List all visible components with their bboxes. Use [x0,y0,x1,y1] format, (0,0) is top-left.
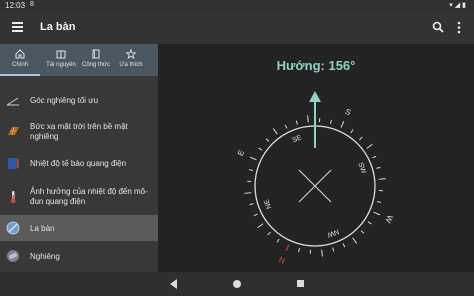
compass-direction-sw: SW [356,162,367,175]
compass-tick [307,115,309,123]
sidebar-item-optimal-tilt[interactable]: Góc nghiêng tối ưu [0,86,158,114]
compass-tick [249,203,254,206]
compass-direction-nw: NW [326,227,340,238]
solar-panel-icon [8,126,19,136]
compass-tick [367,221,372,225]
recents-button[interactable] [297,280,304,287]
compass-direction-w: W [383,214,394,225]
compass-tick [366,143,373,149]
compass-tick [373,211,381,216]
tab-resources[interactable]: Tài nguyên [42,44,80,76]
notebook-icon [92,49,100,59]
compass-panel: Hướng: 156° N NE E SE S SW W NW [158,44,474,272]
page-title: La bàn [40,21,76,33]
compass-tick [244,192,252,194]
pv-cell-icon [8,158,19,169]
compass-tick [372,155,377,159]
compass-tick [329,119,332,125]
tab-main[interactable]: Chính [0,44,40,76]
sidebar-item-compass[interactable]: La bàn [0,215,158,241]
compass-tick [332,247,335,252]
heading-arrow-icon [309,91,321,102]
tab-label: Công thức [81,62,111,68]
app-bar: La bàn [0,12,474,44]
compass-direction-e: E [236,149,246,158]
compass-tick [350,129,354,134]
compass-tick [376,200,382,203]
back-icon[interactable] [170,279,178,289]
sidebar-item-temperature-effect[interactable]: Ảnh hưởng của nhiệt độ đến mô-đun quang … [0,182,158,214]
thermometer-icon [10,191,16,204]
compass-tick [360,230,365,234]
compass-tick [342,243,346,248]
compass-direction-ne: NE [263,198,273,210]
compass-tick [258,147,263,151]
compass-tick [253,213,258,217]
level-icon [7,250,19,262]
sidebar-item-label: Nghiêng [30,252,60,261]
compass-direction-se: SE [291,134,303,144]
compass-tick [272,128,278,135]
tab-label: Chính [11,62,28,68]
sidebar-item-tilt[interactable]: Nghiêng [0,243,158,269]
compass-tick [352,237,358,244]
angle-icon [6,97,19,106]
compass-tick [340,120,345,128]
sidebar-item-cell-temperature[interactable]: Nhiệt độ tế bào quang điện [0,150,158,176]
more-options-icon[interactable] [456,21,462,34]
sidebar-item-label: Góc nghiêng tối ưu [30,96,99,105]
compass-tick [378,178,386,180]
compass-tick [285,244,290,252]
tab-formulas[interactable]: Công thức [80,44,112,76]
compass-tick [248,169,254,172]
hamburger-menu-icon[interactable] [12,22,23,32]
compass-dial: N NE E SE S SW W NW [236,91,395,266]
tab-bar: Chính Tài nguyên Công thức Ưa thích [0,44,158,76]
status-bar: 12:03 8 ▾◢▮ [0,0,474,12]
home-button[interactable] [233,280,241,288]
compass-icon [6,221,20,235]
star-icon [126,49,136,59]
sim-indicator: 8 [30,1,34,8]
compass-tick [265,138,270,142]
sidebar-item-label: Bức xạ mặt trời trên bề mặt nghiêng [30,122,128,141]
compass-tick [376,166,381,169]
status-icons: ▾◢▮ [449,2,468,9]
compass-direction-n: N [277,255,286,266]
compass-tick [276,238,280,243]
compass-direction-s: S [344,107,353,117]
compass-tick [249,156,257,161]
search-icon[interactable] [432,21,444,33]
compass-tick [359,136,363,141]
tab-label: Tài nguyên [46,62,76,68]
sidebar-item-label: La bàn [30,224,55,233]
compass-tick [321,249,323,257]
compass-tick [257,223,264,229]
book-open-icon [56,50,66,59]
status-time: 12:03 [5,1,26,10]
system-nav-bar [0,272,474,296]
sidebar-item-tilted-irradiance[interactable]: Bức xạ mặt trời trên bề mặt nghiêng [0,116,158,146]
compass-tick [295,120,298,125]
sidebar-item-label: Ảnh hưởng của nhiệt độ đến mô-đun quang … [30,187,148,206]
compass-tick [267,231,271,236]
sidebar-item-label: Nhiệt độ tế bào quang điện [30,159,127,168]
compass-tick [298,247,301,253]
tab-label: Ưa thích [119,62,143,68]
home-icon [15,49,25,59]
compass-tick [284,124,288,129]
tab-favorites[interactable]: Ưa thích [114,44,148,76]
sidebar: Chính Tài nguyên Công thức Ưa thích Góc … [0,44,158,272]
